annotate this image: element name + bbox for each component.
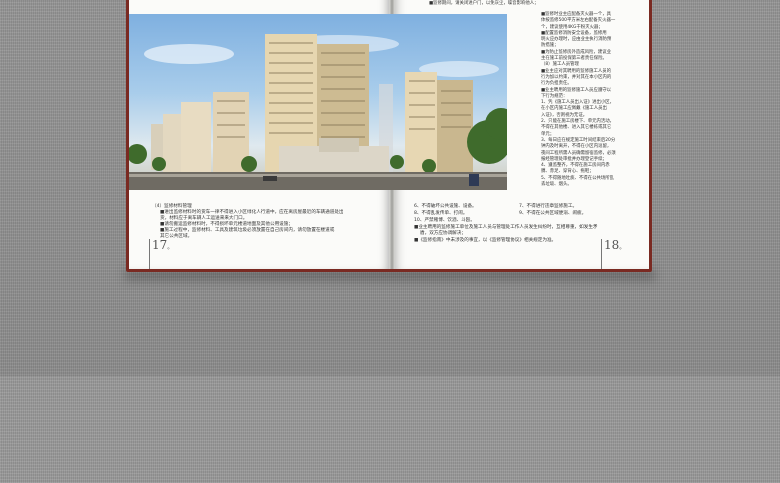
right-page-number: 18。: [604, 238, 625, 252]
text-line: 丢垃圾、烟头。: [541, 182, 572, 188]
fabric-background-lower: [0, 376, 780, 483]
right-page-number-suffix: 。: [619, 244, 626, 251]
right-page-number-value: 18: [604, 238, 620, 252]
residential-buildings-photo: [129, 14, 507, 190]
right-caption-item: 6、不得破坏公共设施、设备。: [414, 204, 477, 209]
right-page-rule: [601, 239, 602, 269]
left-page-number: 17。: [152, 238, 173, 252]
right-page-top-line: ■监修期间，请关闭进户门，以免灰尘，噪音影响他人；: [429, 1, 539, 6]
right-column-text: ■监修时业主应配备灭火器一个，具 体按监修500平方米左右配备灭火器一 个，建议…: [541, 12, 635, 188]
right-caption-note: ■《监修指南》中未涉及的事宜，以《监修管理协议》相关规定为准。: [414, 238, 557, 243]
right-caption-item: 8、不得乱发传单、打闹。: [414, 211, 468, 216]
right-caption-item: 10、严禁赌博、饮酒、斗殴。: [414, 218, 475, 223]
left-page-number-suffix: 。: [167, 244, 174, 251]
right-caption-item: 9、不得在公共区域便溺、闹疲。: [519, 211, 587, 216]
left-page-number-value: 17: [152, 238, 168, 252]
right-caption-item: 7、不得进行违章监修施工。: [519, 204, 578, 209]
residential-buildings-icon: [129, 34, 507, 190]
left-page-rule: [149, 239, 150, 269]
right-caption-note: 盾，双方应协调解决；: [420, 231, 466, 236]
